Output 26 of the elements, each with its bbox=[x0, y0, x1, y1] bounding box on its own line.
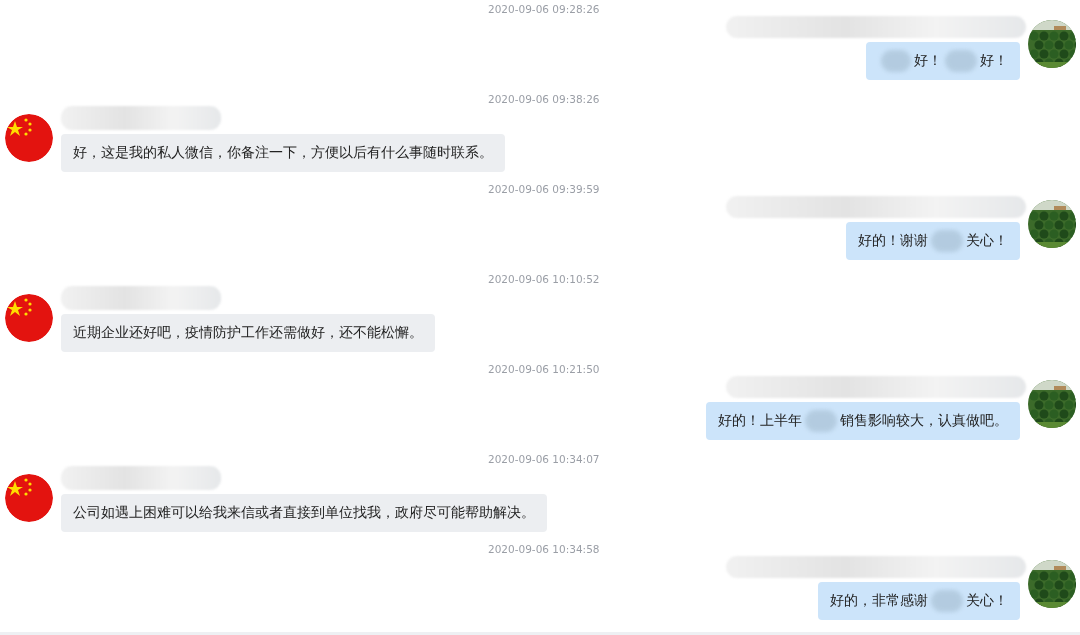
timestamp: 2020-09-06 10:34:07 bbox=[488, 452, 600, 466]
timestamp: 2020-09-06 09:39:59 bbox=[488, 182, 600, 196]
message-text: 关心！ bbox=[966, 592, 1008, 610]
timestamp: 2020-09-06 10:34:58 bbox=[488, 542, 600, 556]
timestamp: 2020-09-06 10:21:50 bbox=[488, 362, 600, 376]
message-text: 近期企业还好吧，疫情防护工作还需做好，还不能松懈。 bbox=[73, 324, 423, 342]
message-text: 好！ bbox=[914, 52, 942, 70]
blurred-patch bbox=[945, 50, 977, 72]
blurred-patch bbox=[805, 410, 837, 432]
blurred-patch bbox=[931, 590, 963, 612]
message-text: 关心！ bbox=[966, 232, 1008, 250]
flag-avatar bbox=[5, 114, 53, 162]
timestamp: 2020-09-06 10:10:52 bbox=[488, 272, 600, 286]
message-text: 好，这是我的私人微信，你备注一下，方便以后有什么事随时联系。 bbox=[73, 144, 493, 162]
message-text: 好！ bbox=[980, 52, 1008, 70]
message-text: 好的！上半年 bbox=[718, 412, 802, 430]
timestamp: 2020-09-06 09:28:26 bbox=[488, 2, 600, 16]
flag-avatar bbox=[5, 474, 53, 522]
blurred-patch bbox=[881, 50, 911, 72]
blurred-patch bbox=[931, 230, 963, 252]
timestamp: 2020-09-06 09:38:26 bbox=[488, 92, 600, 106]
message-text: 好的！谢谢 bbox=[858, 232, 928, 250]
message-text: 公司如遇上困难可以给我来信或者直接到单位找我，政府尽可能帮助解决。 bbox=[73, 504, 535, 522]
message-text: 销售影响较大，认真做吧。 bbox=[840, 412, 1008, 430]
flag-avatar bbox=[5, 294, 53, 342]
message-text: 好的，非常感谢 bbox=[830, 592, 928, 610]
